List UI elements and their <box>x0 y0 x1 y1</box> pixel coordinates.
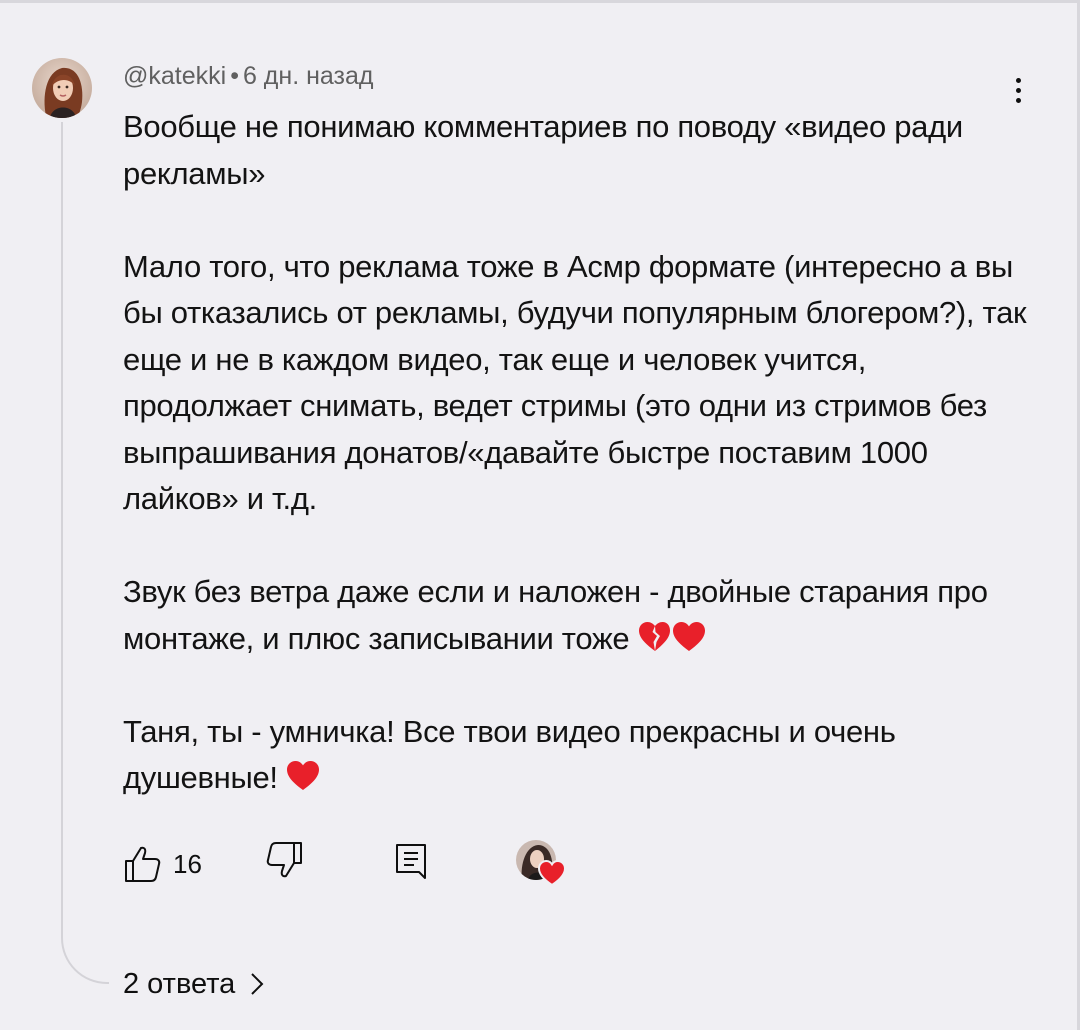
comment-paragraph-1: Вообще не понимаю комментариев по поводу… <box>123 109 963 191</box>
comment-paragraph-4: Таня, ты - умничка! Все твои видео прекр… <box>123 709 1028 802</box>
thumb-down-icon[interactable] <box>265 840 305 880</box>
red-heart-icon <box>287 761 320 790</box>
menu-dot <box>1015 77 1021 83</box>
thumb-up-icon[interactable] <box>122 844 162 884</box>
avatar-photo <box>32 58 92 118</box>
heart-badge-icon <box>538 860 566 886</box>
creator-heart-icon <box>516 840 568 888</box>
reply-thread-line <box>61 122 109 984</box>
comment-meta: @katekki • 6 дн. назад <box>123 62 373 91</box>
top-divider <box>0 0 1080 3</box>
view-replies-button[interactable]: 2 ответа <box>123 962 265 1006</box>
comment-body: Вообще не понимаю комментариев по поводу… <box>123 104 1028 802</box>
comment-paragraph-3-text: Звук без ветра даже если и наложен - дво… <box>123 574 988 656</box>
broken-heart-icon <box>638 621 670 651</box>
menu-dot <box>1015 87 1021 93</box>
menu-dot <box>1015 97 1021 103</box>
comment-paragraph-4-text: Таня, ты - умничка! Все твои видео прекр… <box>123 713 896 796</box>
replies-label: 2 ответа <box>123 967 236 1000</box>
comment-paragraph-2: Мало того, что реклама тоже в Асмр форма… <box>123 248 1027 517</box>
comment-time: 6 дн. назад <box>242 62 374 90</box>
author-handle[interactable]: @katekki <box>123 62 226 90</box>
chevron-right-icon <box>251 973 264 995</box>
reply-icon[interactable] <box>394 842 430 880</box>
meta-separator: • <box>230 62 239 90</box>
comment-paragraph-3: Звук без ветра даже если и наложен - дво… <box>123 569 1028 662</box>
red-heart-icon <box>672 621 705 651</box>
author-avatar[interactable] <box>32 58 92 118</box>
like-count: 16 <box>173 849 202 879</box>
